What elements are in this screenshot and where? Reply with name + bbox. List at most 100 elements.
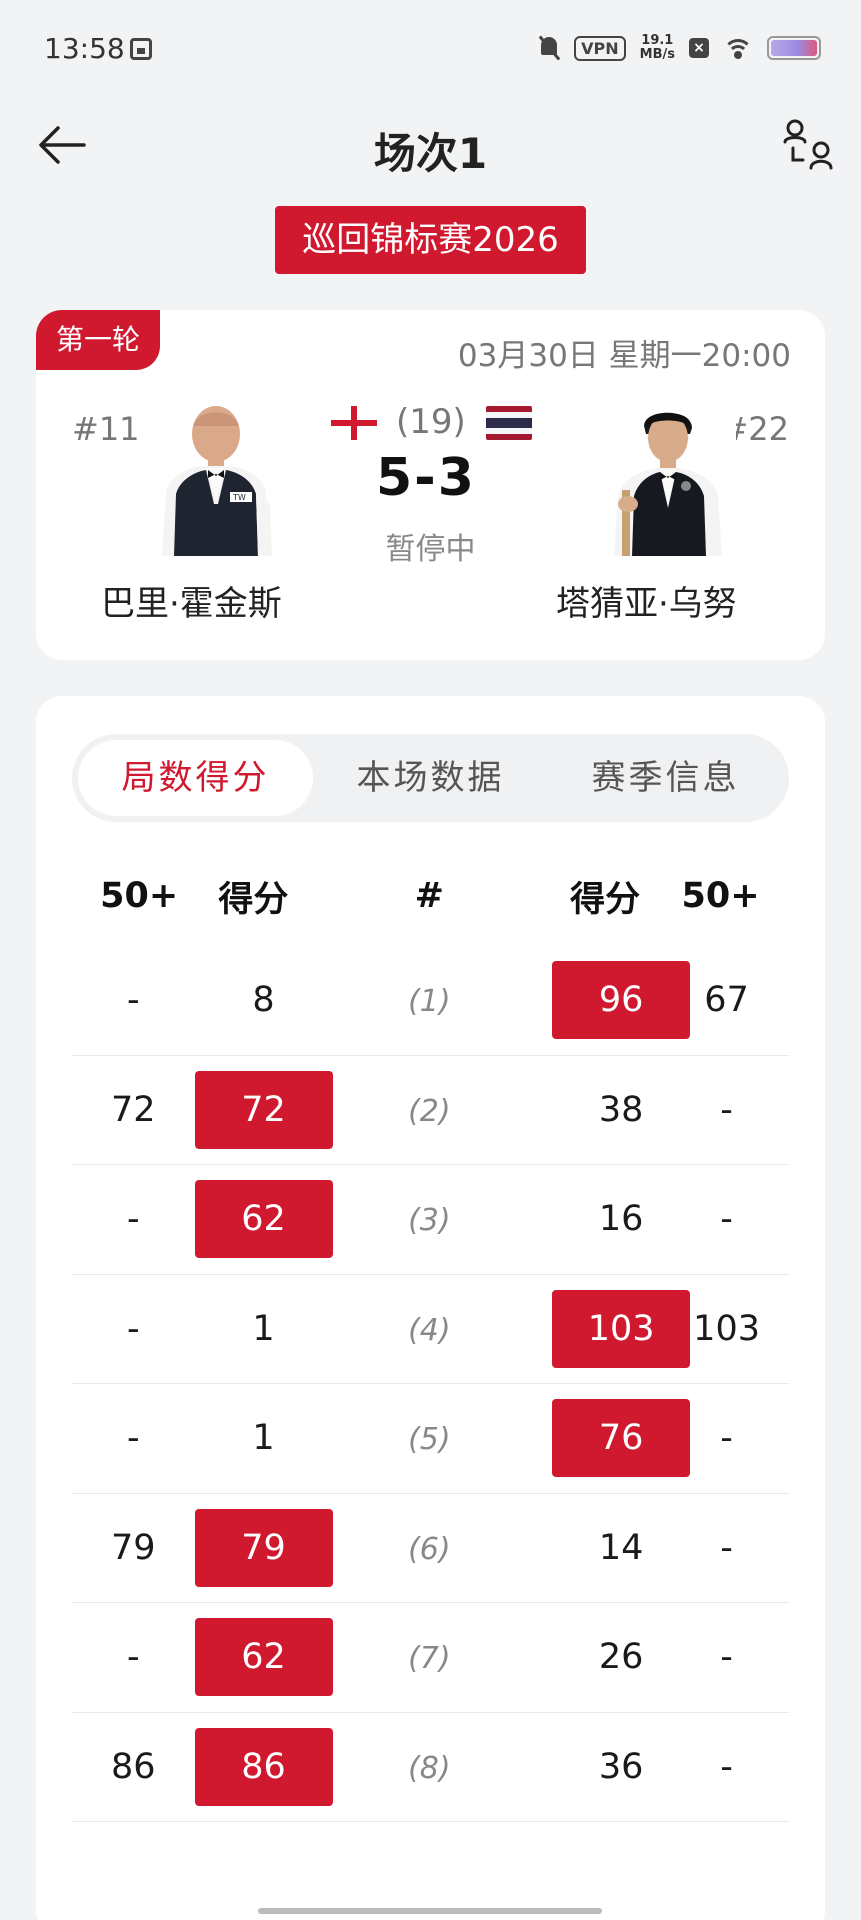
table-row: -1 (5) 76- [72,1384,789,1494]
left-score-cell: 1 [195,1290,307,1368]
right-player-name[interactable]: 塔猜亚·乌努 [556,576,737,625]
left-score-cell-value: 72 [194,1070,333,1149]
table-header: 50+ 得分 # 得分 50+ [72,846,789,946]
network-speed: 19.1 MB/s [640,34,675,62]
left-50plus-cell-value: - [126,980,140,1021]
left-score-cell: 86 [194,1727,333,1806]
frame-number-cell-value: (5) [408,1422,451,1458]
right-score-cell: 16 [552,1180,664,1258]
switch-player-button[interactable] [777,116,837,172]
right-50plus-cell-value: - [720,1089,733,1130]
home-indicator[interactable] [258,1908,602,1914]
table-row: - 62 (7) 26 - [72,1603,789,1713]
left-score-cell-value: 62 [194,1180,333,1259]
left-score-cell: 1 [195,1399,307,1477]
table-row: 72 72 (2) 38 - [72,1056,789,1165]
thailand-flag-icon [486,406,532,440]
best-of-frames: (19) [396,402,466,442]
match-status: 暂停中 [385,532,476,567]
left-50plus-cell: - [72,1418,195,1458]
frame-number-cell-value: (7) [408,1641,451,1677]
left-50plus-cell: 72 [72,1090,195,1130]
right-50plus-cell-value: 103 [693,1308,760,1349]
right-50plus-cell: - [664,1528,789,1568]
battery-icon [767,36,821,60]
left-50plus-cell: - [72,1309,195,1349]
england-flag-icon [331,406,377,440]
stats-card: 局数得分 本场数据 赛季信息 50+ 得分 # 得分 50+ - 8 (1) 96 67… [36,696,825,1920]
frame-number-cell: (7) [367,1637,493,1677]
frame-number-cell-value: (2) [408,1093,451,1129]
left-50plus-cell-value: 72 [111,1089,156,1130]
status-icons: VPN 19.1 MB/s × [538,34,821,62]
tournament-badge[interactable]: 巡回锦标赛2026 [275,206,586,274]
header-left-50plus: 50+ [100,876,179,916]
right-score-cell: 26 [552,1618,664,1696]
header-frame-number: # [414,876,444,916]
left-50plus-cell: - [72,1637,195,1677]
right-50plus-cell-value: - [720,1746,733,1787]
left-score-cell: 62 [194,1180,333,1259]
left-50plus-cell-value: - [126,1418,140,1459]
right-50plus-cell: 103 [664,1309,789,1349]
switch-player-icon [783,119,833,170]
frame-number-cell: (2) [367,1090,493,1130]
header-right-score: 得分 [570,879,641,920]
frame-score-table: 50+ 得分 # 得分 50+ - 8 (1) 96 67 72 72 (2) 38 - - 62 (3… [72,846,789,1822]
left-score-cell-value: 1 [252,1308,275,1349]
table-row: - 8 (1) 96 67 [72,946,789,1056]
frame-number-cell: (3) [367,1199,493,1239]
left-score-cell-value: 79 [194,1508,333,1587]
tab-frame-scores[interactable]: 局数得分 [78,740,313,816]
left-50plus-cell: - [72,1199,195,1239]
left-50plus-cell-value: - [126,1637,140,1678]
right-score-cell: 103 [552,1289,691,1368]
frame-number-cell-value: (4) [408,1312,451,1348]
left-player-seed: #11 [72,410,140,448]
right-score-cell: 76 [552,1399,691,1478]
page-title: 场次1 [373,129,488,178]
right-score-cell: 14 [552,1509,664,1587]
header-left-score: 得分 [218,879,289,920]
status-bar: 13:58 VPN 19.1 MB/s × [0,0,861,100]
vpn-badge: VPN [574,35,626,61]
right-50plus-cell: - [664,1418,789,1458]
left-score-cell-value: 86 [194,1727,333,1806]
svg-text:TW: TW [232,493,246,502]
right-50plus-cell: - [664,1637,789,1677]
left-player-name[interactable]: 巴里·霍金斯 [101,576,282,625]
left-score-cell: 79 [194,1508,333,1587]
right-50plus-cell-value: 67 [704,980,749,1021]
left-50plus-cell-value: - [126,1199,140,1240]
left-50plus-cell-value: 86 [111,1746,156,1787]
frame-number-cell-value: (8) [408,1750,451,1786]
left-50plus-cell: 86 [72,1747,195,1787]
mute-bell-icon [538,35,560,61]
table-row: 79 79 (6) 14 - [72,1494,789,1603]
table-row: - 62 (3) 16 - [72,1165,789,1275]
right-50plus-cell-value: - [720,1527,733,1568]
tab-season-info[interactable]: 赛季信息 [548,740,783,816]
match-score: 5-3 [376,448,476,508]
no-sim-icon: × [689,38,709,58]
status-time: 13:58 [44,32,125,65]
left-50plus-cell-value: - [126,1308,140,1349]
left-score-cell: 72 [194,1070,333,1149]
match-datetime: 03月30日 星期一20:00 [457,338,791,374]
right-50plus-cell: - [664,1090,789,1130]
right-50plus-cell: - [664,1747,789,1787]
frame-number-cell: (8) [367,1747,493,1787]
speed-unit: MB/s [639,47,675,62]
sim-icon [130,38,152,60]
tab-match-stats[interactable]: 本场数据 [313,740,548,816]
left-50plus-cell-value: 79 [111,1527,156,1568]
left-score-cell-value: 1 [252,1418,275,1459]
right-score-cell: 38 [552,1071,664,1149]
speed-value: 19.1 [641,33,674,48]
frame-number-cell-value: (3) [408,1203,451,1239]
wifi-icon [723,37,753,59]
left-score-cell: 8 [195,961,307,1039]
left-50plus-cell: 79 [72,1528,195,1568]
right-50plus-cell-value: - [720,1637,733,1678]
round-tag: 第一轮 [36,310,160,370]
